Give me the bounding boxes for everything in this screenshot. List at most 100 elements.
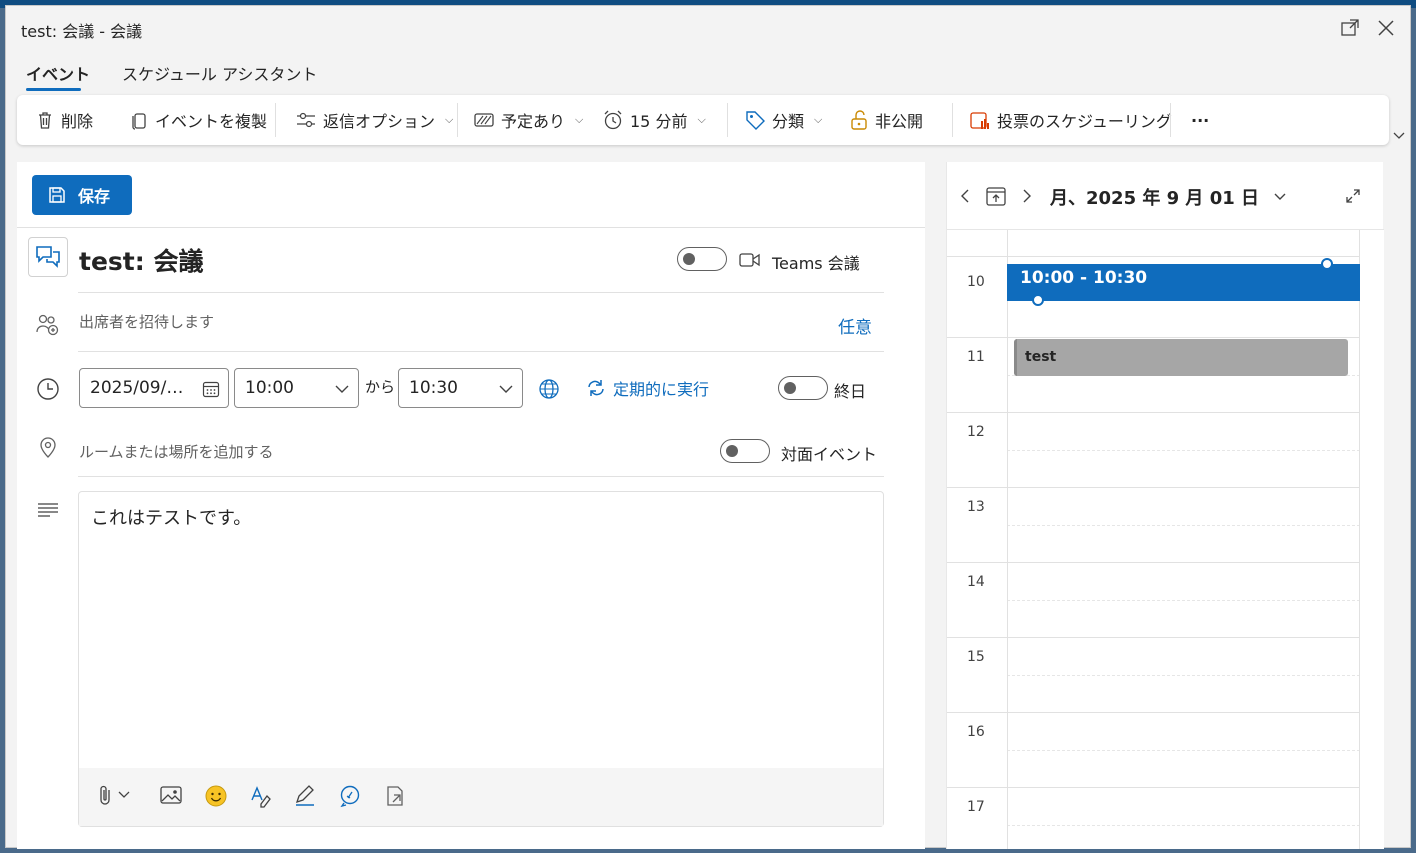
chevron-down-icon: ⌵ (814, 113, 823, 126)
half-hour-line (1007, 600, 1360, 601)
ribbon-toolbar: 削除 イベントを複製 返信オプション ⌵ 予定あり ⌵ 15 分前 ⌵ 分類 ⌵ (17, 95, 1389, 145)
add-attendees-icon (36, 314, 59, 336)
loop-component-icon[interactable] (383, 784, 407, 808)
hour-line (947, 637, 1360, 638)
existing-event-block[interactable]: test (1014, 339, 1348, 376)
emoji-icon[interactable] (204, 784, 228, 808)
private-label: 非公開 (875, 112, 924, 131)
delete-button[interactable]: 削除 (35, 95, 93, 145)
insert-picture-icon[interactable] (159, 784, 183, 806)
poll-icon (970, 112, 989, 129)
trash-icon (39, 112, 51, 129)
more-icon: ··· (1191, 110, 1210, 130)
ribbon-separator (457, 103, 458, 137)
in-person-label: 対面イベント (781, 445, 878, 464)
sliders-icon (297, 112, 315, 128)
popout-button[interactable] (1336, 14, 1364, 42)
calendar-date-title[interactable]: 月、2025 年 9 月 01 日 (1050, 184, 1259, 210)
teams-meeting-toggle[interactable] (677, 247, 727, 271)
optional-attendees-link[interactable]: 任意 (838, 313, 872, 338)
ribbon-expand-button[interactable] (1392, 126, 1406, 145)
start-time-dropdown[interactable]: 10:00 (234, 368, 359, 408)
tab-event[interactable]: イベント (26, 61, 90, 85)
location-input[interactable]: ルームまたは場所を追加する (79, 441, 274, 462)
duplicate-label: イベントを複製 (155, 112, 268, 131)
day-calendar-panel: 月、2025 年 9 月 01 日 10 11 12 13 14 15 16 1… (946, 162, 1384, 849)
reminder-label: 15 分前 (630, 112, 688, 131)
pen-draw-icon[interactable] (293, 784, 317, 808)
busy-status-icon (474, 113, 494, 127)
attach-file-button[interactable] (97, 784, 131, 806)
hour-label: 17 (967, 799, 985, 815)
all-day-toggle[interactable] (778, 376, 828, 400)
calendar-scrollbar[interactable] (1360, 230, 1384, 849)
clock-icon (37, 378, 59, 400)
chevron-down-icon: ⌵ (575, 113, 584, 126)
chevron-right-icon[interactable] (1021, 188, 1033, 204)
format-painter-icon[interactable] (249, 784, 273, 808)
body-text[interactable]: これはテストです。 (91, 504, 251, 530)
hour-label: 16 (967, 724, 985, 740)
half-hour-line (1007, 750, 1360, 751)
expand-icon[interactable] (1345, 188, 1361, 204)
tab-scheduling-assistant[interactable]: スケジュール アシスタント (122, 61, 317, 85)
scheduling-poll-button[interactable]: 投票のスケジューリング (969, 95, 1172, 145)
response-options-label: 返信オプション (323, 112, 436, 131)
divider (78, 351, 884, 352)
calendar-time-grid[interactable]: 10 11 12 13 14 15 16 17 10:00 - 10:30 te… (947, 230, 1360, 849)
hour-label: 13 (967, 499, 985, 515)
resize-handle-top[interactable] (1321, 258, 1333, 270)
hour-label: 11 (967, 349, 985, 365)
reminder-dropdown[interactable]: 15 分前 ⌵ (602, 95, 706, 145)
resize-handle-bottom[interactable] (1032, 294, 1044, 306)
paperclip-icon (100, 785, 110, 805)
hour-label: 14 (967, 574, 985, 590)
categorize-dropdown[interactable]: 分類 ⌵ (744, 95, 822, 145)
event-subject[interactable]: test: 会議 (79, 242, 203, 278)
tab-active-indicator (26, 88, 81, 91)
show-as-dropdown[interactable]: 予定あり ⌵ (473, 95, 583, 145)
categorize-label: 分類 (772, 112, 805, 131)
time-column-divider (1007, 230, 1008, 849)
response-options-button[interactable]: 返信オプション ⌵ (295, 95, 453, 145)
in-person-toggle[interactable] (720, 439, 770, 463)
attendees-input[interactable]: 出席者を招待します (79, 311, 214, 332)
start-date-value: 2025/09/… (90, 378, 184, 398)
chevron-down-icon: ⌵ (697, 113, 706, 126)
hour-label: 12 (967, 424, 985, 440)
more-options-button[interactable]: ··· (1191, 95, 1209, 145)
duplicate-event-button[interactable]: イベントを複製 (129, 95, 267, 145)
half-hour-line (1007, 825, 1360, 826)
hour-line (947, 562, 1360, 563)
unlock-icon (851, 110, 867, 130)
hour-line (947, 787, 1360, 788)
go-to-today-icon[interactable] (985, 185, 1007, 207)
recurring-label: 定期的に実行 (613, 380, 710, 399)
half-hour-line (1007, 525, 1360, 526)
current-event-block[interactable]: 10:00 - 10:30 (1007, 264, 1360, 301)
globe-icon (539, 379, 559, 399)
meeting-chat-icon (28, 237, 68, 277)
video-camera-icon (739, 253, 760, 267)
all-day-label: 終日 (834, 382, 867, 401)
body-editor[interactable]: これはテストです。 (78, 491, 884, 827)
recurring-button[interactable]: 定期的に実行 (585, 376, 709, 400)
event-window: test: 会議 - 会議 イベント スケジュール アシスタント 削除 イベント… (5, 5, 1411, 849)
to-label: から (365, 378, 396, 396)
hour-line (947, 337, 1360, 338)
close-button[interactable] (1372, 14, 1400, 42)
copilot-chat-icon[interactable] (338, 784, 362, 808)
start-date-field[interactable]: 2025/09/… (79, 368, 229, 408)
save-button[interactable]: 保存 (32, 175, 132, 215)
hour-line (947, 256, 1360, 257)
end-time-value: 10:30 (409, 378, 458, 398)
delete-label: 削除 (61, 112, 94, 131)
end-time-dropdown[interactable]: 10:30 (398, 368, 523, 408)
chevron-left-icon[interactable] (959, 188, 971, 204)
chevron-down-icon (1393, 132, 1405, 139)
private-toggle-button[interactable]: 非公開 (849, 95, 923, 145)
chevron-down-icon[interactable] (1273, 192, 1287, 202)
hour-line (947, 412, 1360, 413)
alarm-clock-icon (604, 110, 622, 130)
repeat-icon (588, 380, 604, 396)
